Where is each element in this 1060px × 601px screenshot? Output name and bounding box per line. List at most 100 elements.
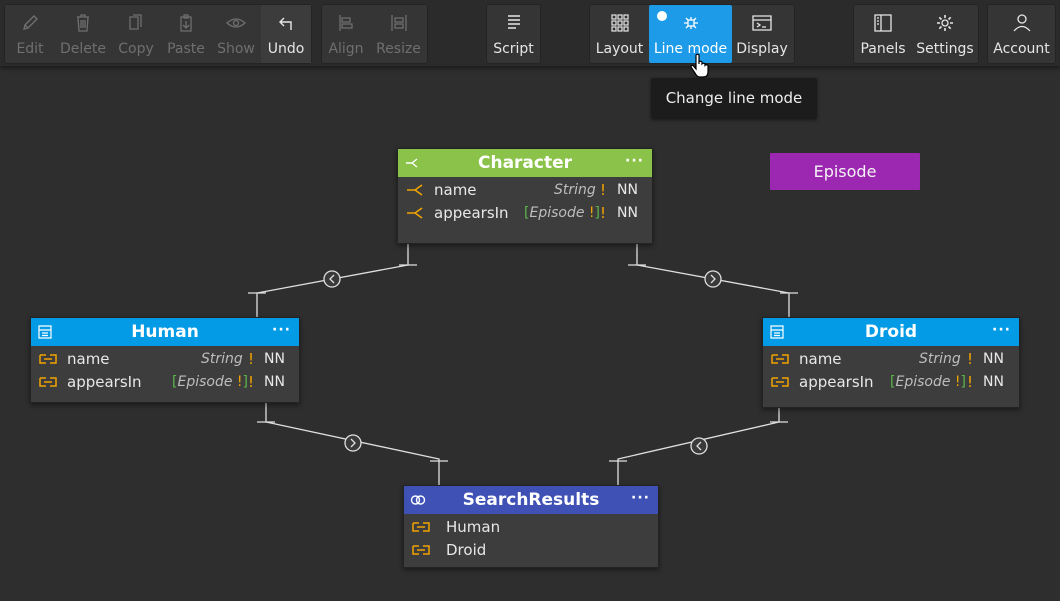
field-name: name xyxy=(67,350,110,368)
edit-button[interactable]: Edit xyxy=(5,5,55,63)
search-results-node-more-button[interactable]: ··· xyxy=(631,484,650,512)
script-label: Script xyxy=(493,41,534,57)
droid-node-more-button[interactable]: ··· xyxy=(992,316,1011,344)
show-label: Show xyxy=(217,41,255,57)
field-name: name xyxy=(434,181,477,199)
search-results-node-header[interactable]: SearchResults ··· xyxy=(404,486,658,514)
droid-node-title: Droid xyxy=(864,322,918,342)
eye-icon xyxy=(226,18,246,28)
field-type: [Episode !] xyxy=(172,374,248,390)
resize-label: Resize xyxy=(376,41,421,57)
episode-enum-node[interactable]: Episode xyxy=(770,153,920,190)
character-node-header[interactable]: Character ··· xyxy=(398,149,652,177)
edit-label: Edit xyxy=(16,41,44,57)
required-marker: ! xyxy=(967,350,974,368)
diagram-canvas[interactable]: Character ··· name String ! NN appearsIn… xyxy=(0,67,1060,601)
not-null-badge: NN xyxy=(983,351,1004,367)
field-type: [Episode !] xyxy=(890,374,966,390)
human-node-header[interactable]: Human ··· xyxy=(31,318,299,346)
paste-icon xyxy=(180,14,192,32)
human-node-title: Human xyxy=(131,322,199,342)
layout-label: Layout xyxy=(595,41,644,57)
object-type-icon xyxy=(770,325,784,339)
not-null-badge: NN xyxy=(264,351,285,367)
direction-marker-right-icon xyxy=(344,434,362,452)
union-member-name: Human xyxy=(446,518,501,536)
human-node[interactable]: Human ··· name String ! NN appearsIn [Ep… xyxy=(30,317,300,403)
resize-button[interactable]: Resize xyxy=(370,5,427,63)
human-node-more-button[interactable]: ··· xyxy=(272,316,291,344)
direction-marker-right-icon xyxy=(704,270,722,288)
active-indicator-dot xyxy=(657,11,667,21)
display-button[interactable]: Display xyxy=(732,5,792,63)
copy-icon xyxy=(129,14,142,30)
account-tool-group: Account xyxy=(987,4,1056,64)
droid-node-header[interactable]: Droid ··· xyxy=(763,318,1019,346)
display-label: Display xyxy=(736,41,788,57)
droid-node[interactable]: Droid ··· name String ! NN appearsIn [Ep… xyxy=(762,317,1020,408)
character-node-more-button[interactable]: ··· xyxy=(625,147,644,175)
field-row[interactable]: name String ! NN xyxy=(398,179,652,202)
script-tool-group: Script xyxy=(486,4,541,64)
not-null-badge: NN xyxy=(617,205,638,221)
arrange-tool-group: Align Resize xyxy=(321,4,428,64)
search-results-node[interactable]: SearchResults ··· Human Droid xyxy=(403,485,659,568)
field-row[interactable]: appearsIn [Episode !] ! NN xyxy=(31,371,299,394)
field-icon xyxy=(39,354,57,364)
script-button[interactable]: Script xyxy=(487,5,540,63)
display-icon xyxy=(752,15,772,31)
paste-label: Paste xyxy=(167,41,205,57)
copy-button[interactable]: Copy xyxy=(111,5,161,63)
align-button[interactable]: Align xyxy=(322,5,370,63)
union-member-row[interactable]: Droid xyxy=(404,539,658,562)
field-row[interactable]: name String ! NN xyxy=(763,348,1019,371)
toolbar: Edit Delete Copy Paste Show Undo Align R… xyxy=(0,0,1060,67)
field-type: String xyxy=(554,182,596,198)
undo-label: Undo xyxy=(267,41,305,57)
object-type-icon xyxy=(38,325,52,339)
app-tool-group: Panels Settings xyxy=(853,4,979,64)
field-row[interactable]: appearsIn [Episode !] ! NN xyxy=(763,371,1019,394)
user-icon xyxy=(1013,14,1030,32)
search-results-node-title: SearchResults xyxy=(462,490,600,510)
union-icon xyxy=(410,495,426,505)
union-member-name: Droid xyxy=(446,541,487,559)
align-icon xyxy=(339,15,353,31)
undo-button[interactable]: Undo xyxy=(261,5,311,63)
layout-button[interactable]: Layout xyxy=(590,5,649,63)
panels-icon xyxy=(874,14,892,32)
required-marker: ! xyxy=(248,373,255,391)
account-button[interactable]: Account xyxy=(988,5,1055,63)
panels-button[interactable]: Panels xyxy=(854,5,912,63)
settings-button[interactable]: Settings xyxy=(912,5,978,63)
direction-marker-left-icon xyxy=(323,270,341,288)
interface-icon xyxy=(406,158,418,168)
field-icon xyxy=(771,354,789,364)
field-row[interactable]: appearsIn [Episode !] ! NN xyxy=(398,202,652,225)
align-label: Align xyxy=(328,41,364,57)
gear-icon xyxy=(937,15,953,31)
field-type: String xyxy=(919,351,961,367)
grid-icon xyxy=(610,14,629,32)
required-marker: ! xyxy=(600,204,607,222)
union-member-row[interactable]: Human xyxy=(404,516,658,539)
required-marker: ! xyxy=(248,350,255,368)
copy-label: Copy xyxy=(118,41,154,57)
character-node[interactable]: Character ··· name String ! NN appearsIn… xyxy=(397,148,653,244)
field-name: appearsIn xyxy=(67,373,142,391)
field-row[interactable]: name String ! NN xyxy=(31,348,299,371)
not-null-badge: NN xyxy=(983,374,1004,390)
line-mode-icon xyxy=(683,17,698,29)
undo-icon xyxy=(279,17,292,30)
field-icon xyxy=(412,522,430,532)
trash-icon xyxy=(77,14,89,32)
interface-field-icon xyxy=(407,207,423,219)
paste-button[interactable]: Paste xyxy=(161,5,211,63)
field-type: [Episode !] xyxy=(524,205,600,221)
field-icon xyxy=(412,545,430,555)
field-type: String xyxy=(201,351,243,367)
direction-marker-left-icon xyxy=(690,437,708,455)
show-button[interactable]: Show xyxy=(211,5,261,63)
delete-button[interactable]: Delete xyxy=(55,5,111,63)
required-marker: ! xyxy=(600,181,607,199)
